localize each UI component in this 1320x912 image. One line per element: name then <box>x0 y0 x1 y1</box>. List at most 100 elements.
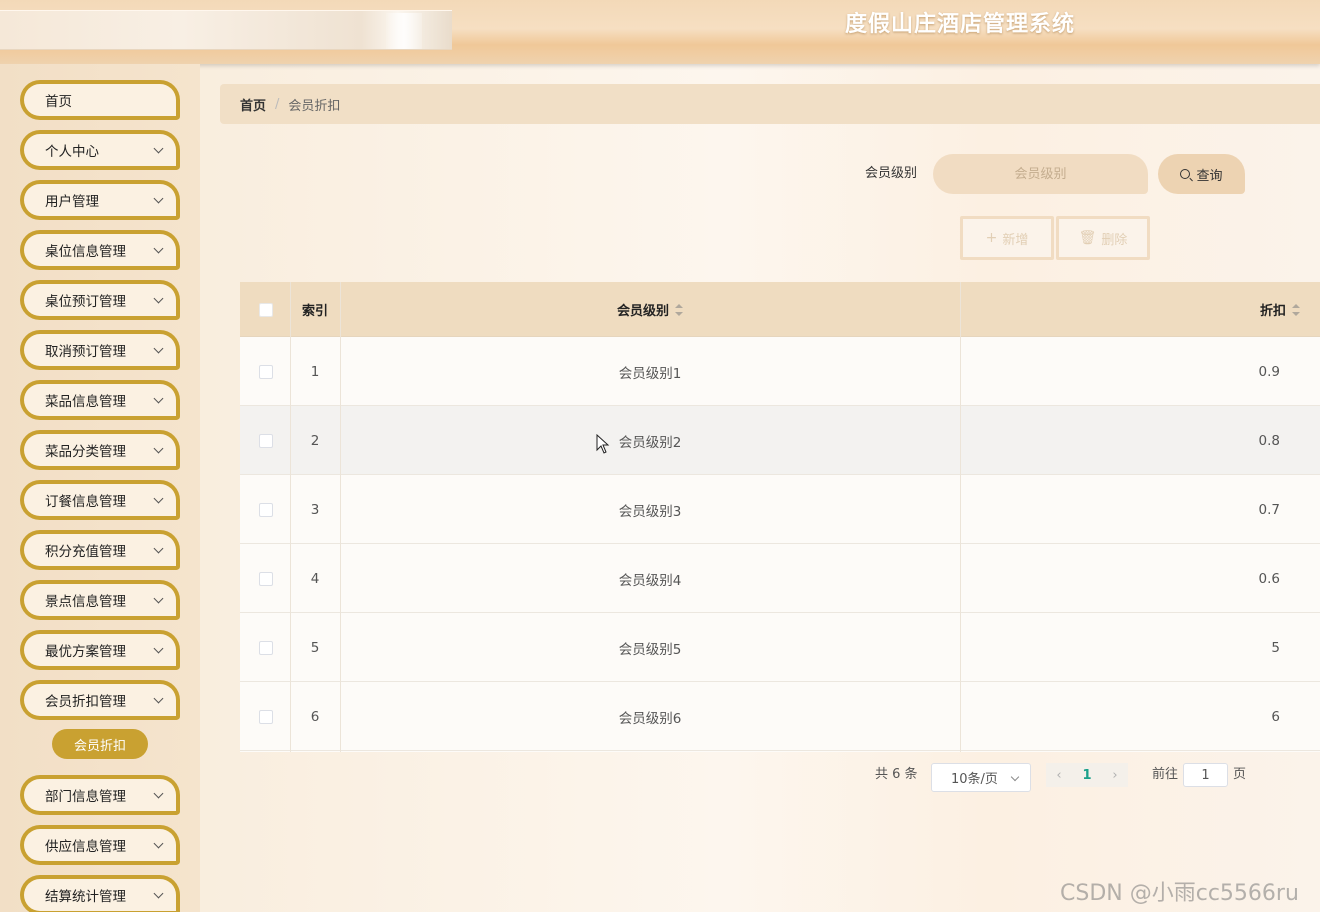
chevron-down-icon <box>153 193 164 203</box>
top-header: 度假山庄酒店管理系统 <box>0 0 1320 64</box>
sidebar-item-label: 首页 <box>45 94 72 110</box>
column-header-discount-label: 折扣 <box>1259 304 1286 319</box>
cell-index: 4 <box>310 570 320 587</box>
sidebar-item-14[interactable]: 供应信息管理 <box>20 825 180 865</box>
sidebar-item-label: 积分充值管理 <box>45 544 126 560</box>
sort-icon[interactable] <box>675 303 683 316</box>
chevron-down-icon <box>153 393 164 403</box>
chevron-down-icon <box>153 693 164 703</box>
sidebar-item-label: 景点信息管理 <box>45 594 126 610</box>
chevron-down-icon <box>153 593 164 603</box>
cell-level: 会员级别1 <box>618 365 682 382</box>
goto-suffix: 页 <box>1233 767 1247 782</box>
row-checkbox[interactable] <box>259 613 273 682</box>
sidebar-item-label: 桌位预订管理 <box>45 294 126 310</box>
add-button-label: 新增 <box>1002 232 1029 248</box>
sidebar-item-label: 菜品分类管理 <box>45 444 126 460</box>
sidebar-item-label: 会员折扣管理 <box>45 694 126 710</box>
cell-discount: 0.8 <box>1258 432 1280 449</box>
cell-level: 会员级别3 <box>618 503 682 520</box>
breadcrumb-separator: / <box>275 96 280 112</box>
column-header-discount[interactable]: 折扣 <box>960 282 1300 337</box>
prev-page-button[interactable]: ‹ <box>1046 763 1072 787</box>
cell-index: 2 <box>310 432 320 449</box>
sidebar-item-8[interactable]: 订餐信息管理 <box>20 480 180 520</box>
search-icon <box>1180 169 1191 179</box>
cell-index: 1 <box>310 363 320 380</box>
sidebar-item-15[interactable]: 结算统计管理 <box>20 875 180 912</box>
sidebar-item-10[interactable]: 景点信息管理 <box>20 580 180 620</box>
search-label: 会员级别 <box>865 166 918 181</box>
row-checkbox[interactable] <box>259 682 273 751</box>
search-button[interactable]: 查询 <box>1158 154 1245 194</box>
search-button-label: 查询 <box>1196 168 1223 184</box>
goto-page-input[interactable] <box>1183 763 1228 787</box>
pagination-total: 共 6 条 <box>875 767 918 782</box>
sidebar-item-label: 桌位信息管理 <box>45 244 126 260</box>
sidebar-item-label: 供应信息管理 <box>45 839 126 855</box>
mouse-cursor-icon <box>596 434 610 454</box>
chevron-down-icon <box>153 543 164 553</box>
select-all-checkbox[interactable] <box>259 282 273 337</box>
sidebar-item-1[interactable]: 个人中心 <box>20 130 180 170</box>
sidebar-item-9[interactable]: 积分充值管理 <box>20 530 180 570</box>
cell-discount: 0.6 <box>1258 570 1280 587</box>
row-checkbox[interactable] <box>259 544 273 613</box>
row-checkbox[interactable] <box>259 406 273 475</box>
table-row[interactable]: 4 会员级别4 0.6 <box>240 544 1320 613</box>
breadcrumb-home[interactable]: 首页 <box>240 95 266 114</box>
sidebar-item-12[interactable]: 会员折扣管理 <box>20 680 180 720</box>
cell-discount: 5 <box>1271 639 1280 656</box>
chevron-down-icon <box>153 888 164 898</box>
table-header: 索引 会员级别 折扣 <box>240 282 1320 337</box>
chevron-down-icon <box>1010 772 1020 782</box>
watermark: CSDN @小雨cc5566ru <box>1060 881 1299 906</box>
chevron-down-icon <box>153 293 164 303</box>
column-header-level[interactable]: 会员级别 <box>340 282 960 337</box>
sidebar-item-2[interactable]: 用户管理 <box>20 180 180 220</box>
sidebar-subitem-member-discount[interactable]: 会员折扣 <box>52 729 148 759</box>
row-checkbox[interactable] <box>259 475 273 544</box>
sidebar-item-13[interactable]: 部门信息管理 <box>20 775 180 815</box>
cell-discount: 0.9 <box>1258 363 1280 380</box>
chevron-down-icon <box>153 643 164 653</box>
chevron-down-icon <box>153 243 164 253</box>
table-row[interactable]: 5 会员级别5 5 <box>240 613 1320 682</box>
sidebar-item-3[interactable]: 桌位信息管理 <box>20 230 180 270</box>
sidebar-item-7[interactable]: 菜品分类管理 <box>20 430 180 470</box>
sidebar-item-0[interactable]: 首页 <box>20 80 180 120</box>
delete-button-label: 删除 <box>1101 232 1128 248</box>
cell-level: 会员级别4 <box>618 572 682 589</box>
delete-button[interactable]: 🗑 删除 <box>1056 216 1150 260</box>
data-table: 索引 会员级别 折扣 1 会员级别1 0.9 2 会员级别2 0.8 3 会员级别3 0.7 4 会… <box>240 282 1320 752</box>
sort-icon[interactable] <box>1292 303 1300 316</box>
table-row[interactable]: 1 会员级别1 0.9 <box>240 337 1320 406</box>
row-checkbox[interactable] <box>259 337 273 406</box>
sidebar-item-4[interactable]: 桌位预订管理 <box>20 280 180 320</box>
cell-index: 3 <box>310 501 320 518</box>
table-row[interactable]: 2 会员级别2 0.8 <box>240 406 1320 475</box>
page-number-1[interactable]: 1 <box>1072 763 1102 787</box>
plus-icon: + <box>985 230 998 246</box>
chevron-down-icon <box>153 838 164 848</box>
table-row[interactable]: 3 会员级别3 0.7 <box>240 475 1320 544</box>
add-button[interactable]: + 新增 <box>960 216 1054 260</box>
cell-index: 6 <box>310 708 320 725</box>
cell-index: 5 <box>310 639 320 656</box>
sidebar-item-5[interactable]: 取消预订管理 <box>20 330 180 370</box>
cell-discount: 0.7 <box>1258 501 1280 518</box>
page-size-select[interactable]: 10条/页 <box>931 763 1031 792</box>
next-page-button[interactable]: › <box>1102 763 1128 787</box>
search-input[interactable] <box>933 154 1148 194</box>
table-row[interactable]: 6 会员级别6 6 <box>240 682 1320 751</box>
trash-icon: 🗑 <box>1078 230 1097 246</box>
cell-level: 会员级别6 <box>618 710 682 727</box>
cell-level: 会员级别2 <box>618 434 682 451</box>
column-header-level-label: 会员级别 <box>616 304 669 319</box>
chevron-down-icon <box>153 493 164 503</box>
cell-level: 会员级别5 <box>618 641 682 658</box>
sidebar-item-6[interactable]: 菜品信息管理 <box>20 380 180 420</box>
breadcrumb: 首页 / 会员折扣 <box>220 84 1320 124</box>
sidebar-item-11[interactable]: 最优方案管理 <box>20 630 180 670</box>
column-header-index: 索引 <box>301 304 328 319</box>
